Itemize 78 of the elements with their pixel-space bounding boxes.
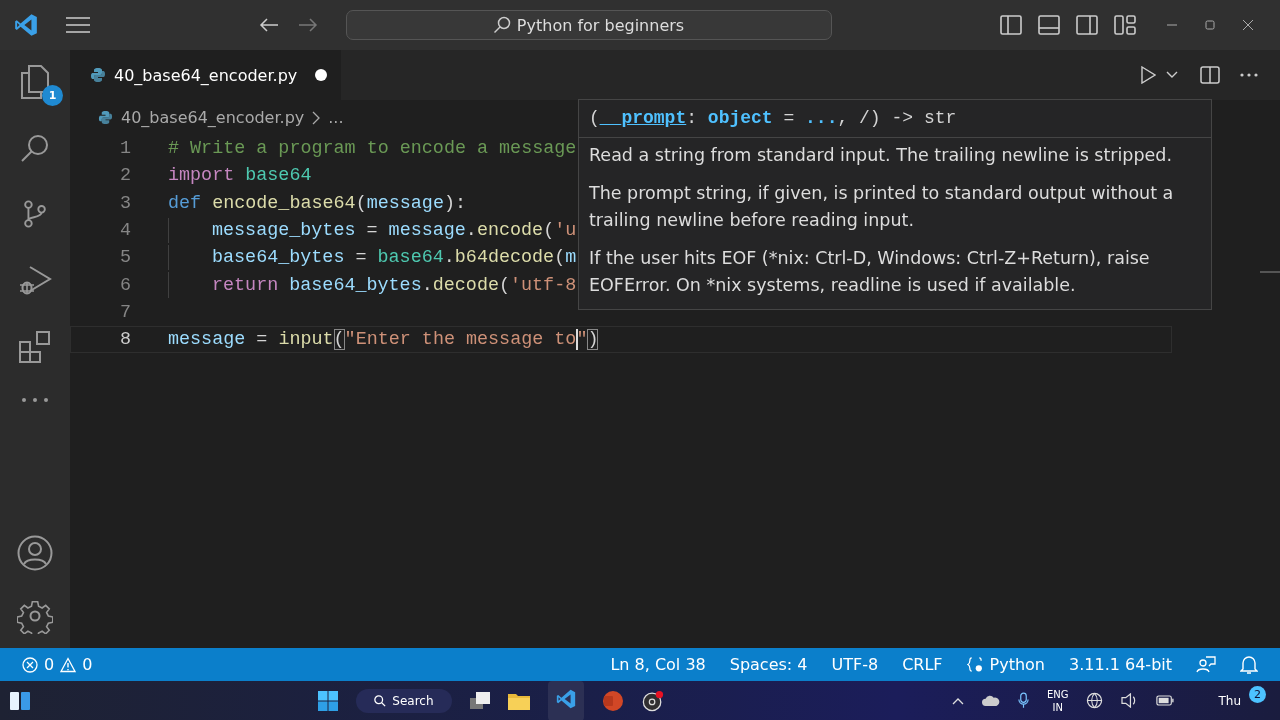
code-line: message = input("Enter the message to") [168,329,599,351]
line-number: 5 [118,247,131,269]
files-icon[interactable] [19,64,51,100]
language-mode[interactable]: Python [966,655,1045,674]
close-icon[interactable] [1242,19,1254,31]
run-icon[interactable] [1140,66,1156,84]
taskbar-search[interactable]: Search [356,688,452,713]
breadcrumb-item[interactable]: ... [326,108,346,127]
notification-badge: 1 [42,85,63,106]
more-icon[interactable] [21,397,49,403]
sidebar-toggle-icon[interactable] [1000,15,1022,35]
app-logo-icon [554,687,577,710]
interpreter-status[interactable]: 3.11.1 64-bit [1069,655,1172,674]
forward-arrow-icon[interactable] [297,17,318,33]
extensions-icon[interactable] [18,330,52,364]
doc-paragraph: Read a string from standard input. The trailing newline is stripped. [589,144,1174,167]
code-line: message_bytes = message.encode('u [212,220,577,242]
panel-toggle-icon[interactable] [1038,15,1060,35]
doc-paragraph: The prompt string, if given, is printed to standard output without a trailing newline before reading input. [589,182,1175,232]
code-line: import base64 [168,165,312,187]
back-arrow-icon[interactable] [258,17,279,33]
secondary-sidebar-icon[interactable] [1076,15,1098,35]
clock-day[interactable]: Thu [1218,693,1241,708]
chevron-right-icon [312,110,321,125]
folder-icon[interactable] [507,691,530,710]
account-icon[interactable] [17,535,53,571]
start-icon[interactable] [318,690,339,711]
doc-paragraph: If the user hits EOF (*nix: Ctrl-D, Windows: Ctrl-Z+Return), raise EOFError. On *nix systems, readline is used if available. [589,247,1151,297]
run-debug-icon[interactable] [18,263,52,297]
status-item[interactable]: Ln 8, Col 38 [610,655,706,674]
code-editor-taskbar-app[interactable] [547,680,584,720]
error-icon [22,656,38,673]
code-line: return base64_bytes.decode('utf-8 [212,274,577,296]
python-file-icon [98,110,113,125]
problems-status[interactable]: 0 0 [22,655,93,674]
line-number: 4 [118,220,131,242]
settings-icon[interactable] [17,598,53,634]
code-line: # Write a program to encode a message [168,138,577,160]
microphone-icon[interactable] [1017,692,1029,709]
code-line: def encode_base64(message): [168,192,466,214]
menu-icon[interactable] [66,16,90,34]
split-editor-icon[interactable] [1200,66,1220,84]
battery-icon[interactable] [1156,695,1175,706]
bell-icon[interactable] [1240,654,1258,675]
layout-icon[interactable] [1114,15,1136,35]
line-number: 1 [118,138,131,160]
line-number: 8 [118,329,131,351]
line-number: 2 [118,165,131,187]
braces-icon [966,656,984,673]
notification-badge[interactable]: 2 [1249,686,1266,703]
search-icon [492,16,511,34]
feedback-icon[interactable] [1196,654,1216,675]
warning-icon [60,656,77,673]
more-actions-icon[interactable] [1240,73,1258,77]
editor-tab[interactable]: 40_base64_encoder.py [70,50,342,100]
presentation-app-icon[interactable] [601,689,624,712]
status-item[interactable]: CRLF [902,655,943,674]
function-signature: (__prompt: object = ..., /) -> str [579,100,1211,138]
line-number: 7 [118,301,131,323]
status-item[interactable]: UTF-8 [831,655,879,674]
breadcrumb-item[interactable]: 40_base64_encoder.py [119,108,307,127]
cloud-icon[interactable] [981,694,1000,707]
python-file-icon [90,67,106,83]
app-logo-icon[interactable] [13,12,39,38]
code-line: base64_bytes = base64.b64decode(m [212,247,577,269]
maximize-icon[interactable] [1204,19,1216,31]
line-number: 3 [118,192,131,214]
globe-icon[interactable] [1086,692,1104,709]
recorder-app-icon[interactable] [641,689,664,712]
task-view-icon[interactable] [469,691,490,710]
search-icon [374,694,387,707]
chevron-down-icon[interactable] [1166,71,1178,79]
chevron-up-icon[interactable] [951,696,964,705]
line-number: 6 [118,274,131,296]
status-item[interactable]: Spaces: 4 [729,655,808,674]
input-language[interactable]: ENG IN [1046,687,1069,714]
widgets-icon[interactable] [10,691,30,710]
command-center-search[interactable]: Python for beginners [345,10,832,40]
